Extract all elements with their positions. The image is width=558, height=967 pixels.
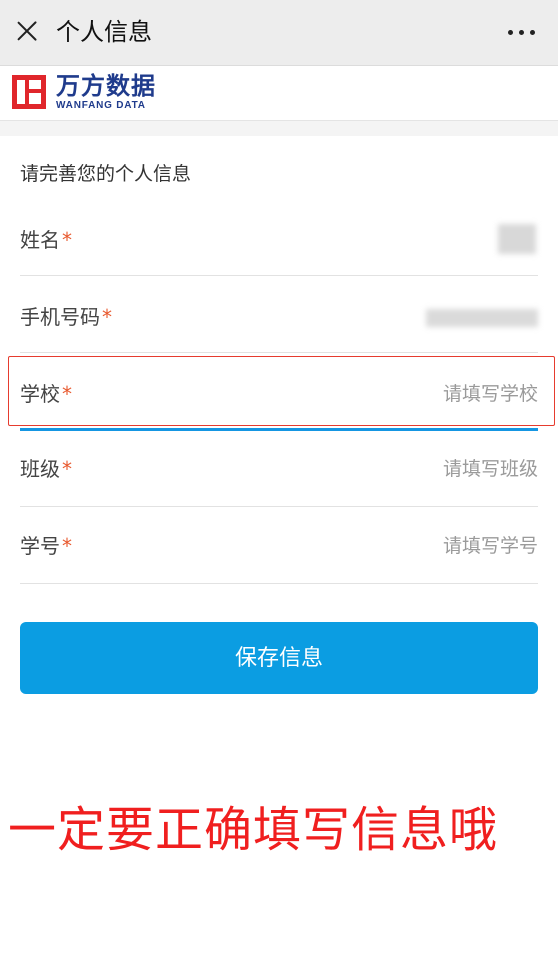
annotation-highlight-box <box>8 356 555 426</box>
save-info-button[interactable]: 保存信息 <box>20 622 538 694</box>
name-label-text: 姓名 <box>20 228 60 252</box>
phone-label: 手机号码 * <box>20 303 112 331</box>
class-field[interactable] <box>238 452 538 486</box>
student-id-label-text: 学号 <box>20 534 60 558</box>
phone-field[interactable] <box>218 299 418 333</box>
required-mark: * <box>102 305 112 329</box>
brand-header: 万方数据 WANFANG DATA <box>0 66 558 120</box>
required-mark: * <box>62 457 72 481</box>
redacted-value <box>498 224 536 254</box>
more-options-icon[interactable] <box>508 30 536 36</box>
name-field[interactable] <box>288 222 488 256</box>
form-section-title: 请完善您的个人信息 <box>20 163 192 185</box>
form-row-student-id: 学号 * <box>20 508 538 584</box>
form-row-class: 班级 * <box>20 431 538 507</box>
page-title: 个人信息 <box>56 18 152 46</box>
name-label: 姓名 * <box>20 226 72 254</box>
annotation-text: 一定要正确填写信息哦 <box>8 802 499 858</box>
wanfang-logo-icon <box>12 75 46 109</box>
student-id-field[interactable] <box>238 529 538 563</box>
section-divider <box>0 120 558 136</box>
class-label-text: 班级 <box>20 457 60 481</box>
phone-label-text: 手机号码 <box>20 305 100 329</box>
logo-text-cn: 万方数据 <box>56 72 156 100</box>
required-mark: * <box>62 228 72 252</box>
logo-text-en: WANFANG DATA <box>56 100 146 111</box>
form-row-name: 姓名 * <box>20 200 538 276</box>
form-row-phone: 手机号码 * <box>20 277 538 353</box>
redacted-value <box>426 309 538 327</box>
class-label: 班级 * <box>20 455 72 483</box>
required-mark: * <box>62 534 72 558</box>
student-id-label: 学号 * <box>20 532 72 560</box>
top-navigation-bar: 个人信息 <box>0 0 558 66</box>
close-icon[interactable] <box>14 18 40 44</box>
